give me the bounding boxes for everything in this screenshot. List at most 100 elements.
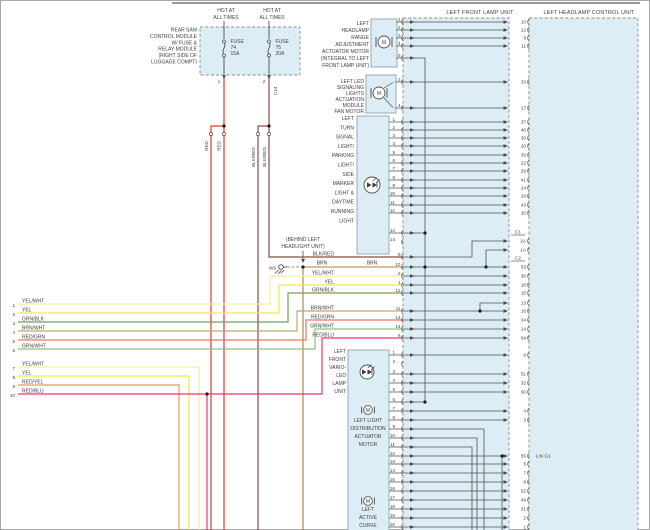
component-pin-number: 10 [390, 433, 396, 438]
wire-color-label: YEL/WHT [312, 271, 334, 277]
fuse-pin: 1 [218, 79, 221, 84]
control-unit-pin-number: 17 [521, 106, 527, 111]
left-wire-number: 3 [12, 321, 15, 326]
left-wire-number: 8 [12, 375, 15, 380]
distribution-motor-label: LEFT LIGHT [354, 418, 382, 424]
control-unit-pin-number: 8 [523, 480, 526, 485]
sam-module-label: CONTROL MODULE [150, 34, 198, 40]
component-pin-number: 4 [398, 103, 401, 108]
control-unit-pin-number: 53 [521, 265, 527, 270]
control-unit-pin-number: 1 [523, 525, 526, 530]
component-pin-number: 2 [392, 359, 395, 364]
ground-id-label: W9 [269, 266, 276, 271]
control-unit-pin-number: 43 [521, 203, 527, 208]
turn-signal-label: LEFT [342, 116, 354, 122]
component-pin-number: 20 [390, 522, 396, 527]
connector-pin-number: 6 [398, 333, 401, 338]
fuse-module-box [200, 27, 300, 75]
left-wire-color-label: YEL/WHT [22, 299, 44, 305]
junction-dot [423, 400, 426, 403]
component-pin-number: 7 [392, 166, 395, 171]
left-wire-color-label: GRN/WHT [22, 344, 46, 350]
control-unit-pin-number: 28 [521, 194, 527, 199]
vario-led-unit-label: LED [336, 373, 346, 379]
component-pin-number: 4 [398, 41, 401, 46]
component-pin-number: 13 [390, 228, 396, 233]
junction-dot [301, 265, 304, 268]
active-curve-label: ACTIVE [359, 515, 378, 521]
active-curve-label: CURVE [359, 523, 377, 529]
inline-connector [222, 132, 225, 135]
inline-connector [267, 132, 270, 135]
sam-module-label: W/ FUSE & [171, 40, 197, 46]
control-unit-pin-number: 46 [521, 128, 527, 133]
component-pin-number: 16 [390, 486, 396, 491]
control-unit-pin-number: 20 [521, 144, 527, 149]
vario-led-unit-label: LEFT [334, 349, 346, 355]
control-unit-pin-number: 18 [521, 283, 527, 288]
fuse-terminal [223, 40, 226, 43]
lin-bus-label: LIN G1 [536, 454, 551, 459]
hot-at-all-times-label: HOT AT [263, 8, 281, 14]
control-unit-pin-number: 51 [521, 372, 527, 377]
range-motor-label: LEFT [357, 21, 369, 27]
component-pin-number: 1 [392, 350, 395, 355]
junction-dot [267, 124, 270, 127]
front-lamp-unit-box [403, 18, 509, 530]
control-unit-pin-number: 32 [521, 381, 527, 386]
component-pin-number: 3 [392, 133, 395, 138]
component-pin-number: 9 [392, 424, 395, 429]
range-motor-label: ACTUATOR MOTOR [322, 49, 369, 55]
component-pin-number: 4 [392, 378, 395, 383]
connector-pin-number: 11 [396, 306, 401, 311]
left-wire-color-label: RED/GRN [22, 335, 45, 341]
component-pin-number: 3 [392, 369, 395, 374]
component-pin-number: 12 [390, 208, 396, 213]
component-pin-number: 3 [398, 33, 401, 38]
fuse-label: 20A [276, 51, 286, 57]
control-unit-pin-number: 24 [521, 186, 527, 191]
wiring-diagram-page: MMMM HOT ATALL TIMESHOT ATALL TIMESREAR … [0, 0, 650, 530]
component-pin-number: 8 [392, 175, 395, 180]
component-pin-number: 2 [392, 125, 395, 130]
control-unit-pin-number: 10 [521, 20, 527, 25]
wire-color-label: YEL [325, 280, 335, 286]
motor-m: M [366, 408, 370, 414]
control-unit-pin-number: 55 [521, 454, 527, 459]
control-unit-pin-number: 50 [521, 390, 527, 395]
headlamp-control-unit-title: LEFT HEADLAMP CONTROL UNIT [543, 10, 635, 16]
turn-signal-label: LIGHT/ [338, 144, 355, 150]
control-unit-pin-number: 34 [521, 318, 527, 323]
junction-dot [500, 454, 503, 457]
connector-c14-label: C14 [273, 86, 278, 95]
component-pin-number: 7 [392, 406, 395, 411]
wire-color-label: BLK/RED [313, 252, 335, 258]
component-pin-number: 14 [390, 468, 396, 473]
active-curve-label: LEFT [362, 507, 374, 513]
sam-module-label: (RIGHT SIDE OF [158, 53, 197, 59]
component-pin-number: 18 [390, 504, 396, 509]
sam-module-label: REAR SAM [171, 28, 197, 34]
control-unit-pin-number: 1A [520, 248, 527, 253]
component-pin-number: 8 [392, 415, 395, 420]
inline-connector [256, 132, 259, 135]
distribution-motor-label: ACTUATOR [354, 434, 381, 440]
component-pin-number: 6 [392, 397, 395, 402]
wire-color-label: BRN [367, 261, 378, 267]
component-pin-number: 6 [392, 158, 395, 163]
left-wire-number: 1 [12, 303, 15, 308]
connector-pin-number: 14 [395, 315, 401, 320]
left-wire-color-label: BRN/WHT [22, 326, 45, 332]
component-pin-number: 4 [392, 141, 395, 146]
vario-led-unit-label: VARIO- [329, 365, 346, 371]
control-unit-pin-number: 29 [521, 169, 527, 174]
turn-signal-label: SIDE [342, 172, 354, 178]
left-wire-number: 9 [12, 384, 15, 389]
fuse-terminal [268, 54, 271, 57]
component-pin-number: 5 [392, 150, 395, 155]
junction-dot [478, 309, 481, 312]
vario-led-unit-label: FRONT [329, 357, 346, 363]
control-unit-pin-number: 2 [523, 516, 526, 521]
left-wire-color-label: RED/YEL [22, 380, 44, 386]
component-pin-number: 9 [392, 183, 395, 188]
